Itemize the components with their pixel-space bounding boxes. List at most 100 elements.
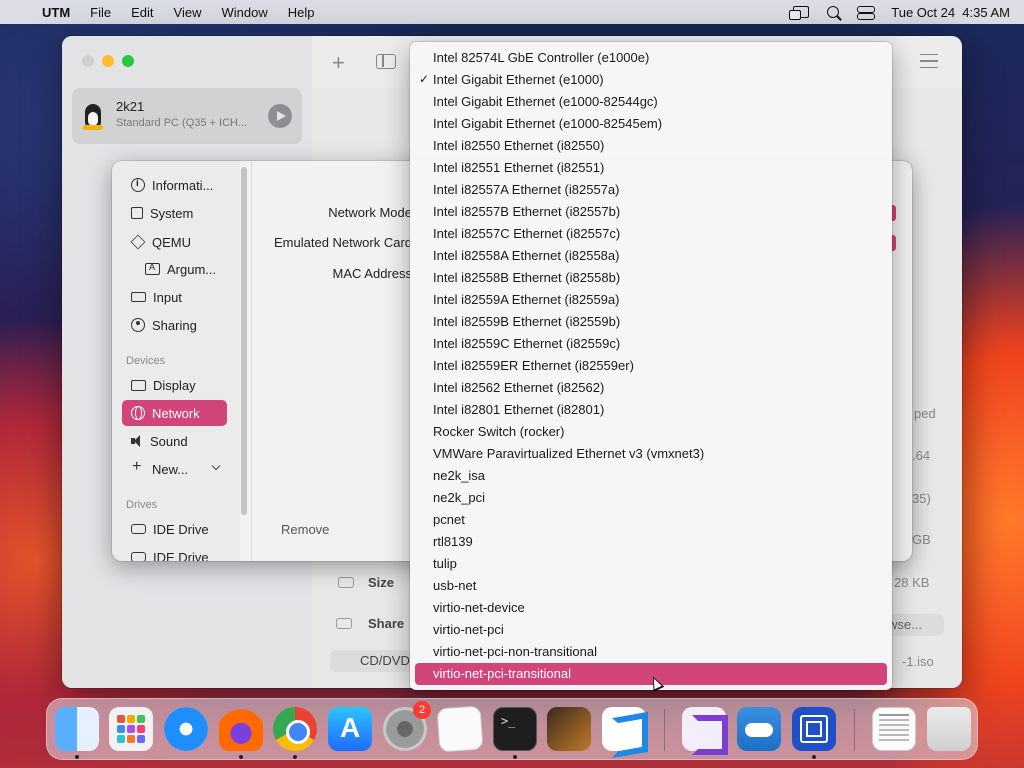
sidebar-item-sound[interactable]: Sound	[122, 428, 227, 454]
menu-help[interactable]: Help	[288, 5, 315, 20]
dropdown-option[interactable]: ne2k_pci	[415, 487, 887, 509]
screen-mirroring-icon[interactable]	[789, 6, 810, 20]
drive-icon	[131, 524, 146, 534]
sidebar-item-drive-1[interactable]: IDE Drive	[122, 516, 227, 542]
dropdown-option[interactable]: Intel i82558A Ethernet (i82558a)	[415, 245, 887, 267]
dock-launchpad-icon[interactable]	[109, 707, 153, 751]
settings-sliders-icon[interactable]	[920, 54, 938, 68]
shared-label: Share	[368, 616, 405, 631]
spotlight-search-icon[interactable]	[827, 6, 840, 18]
shared-drive-icon	[336, 618, 352, 629]
dock-visual-studio-icon[interactable]	[682, 707, 728, 755]
dropdown-option[interactable]: Intel i82559A Ethernet (i82559a)	[415, 289, 887, 311]
keyboard-icon	[131, 292, 146, 302]
dock-trash-icon[interactable]	[927, 707, 971, 751]
dock-document-icon[interactable]	[872, 707, 916, 751]
dock-safari-icon[interactable]	[164, 707, 208, 751]
dropdown-option[interactable]: Intel i82557C Ethernet (i82557c)	[415, 223, 887, 245]
dropdown-option[interactable]: VMWare Paravirtualized Ethernet v3 (vmxn…	[415, 443, 887, 465]
sheet-divider	[251, 161, 252, 561]
dropdown-option[interactable]: virtio-net-pci	[415, 619, 887, 641]
sidebar-item-qemu[interactable]: QEMU	[122, 229, 227, 255]
menubar-clock[interactable]: Tue Oct 24 4:35 AM	[891, 5, 1010, 20]
menu-view[interactable]: View	[174, 5, 202, 20]
dropdown-option[interactable]: pcnet	[415, 509, 887, 531]
sidebar-item-sharing[interactable]: Sharing	[122, 312, 227, 338]
dropdown-option-label: usb-net	[433, 578, 477, 593]
network-mode-label: Network Mode	[328, 205, 412, 220]
dock-app-store-icon[interactable]	[328, 707, 372, 751]
dropdown-option[interactable]: ✓ Intel Gigabit Ethernet (e1000)	[415, 69, 887, 91]
dropdown-option[interactable]: Intel i82559ER Ethernet (i82559er)	[415, 355, 887, 377]
dock-terminal-icon[interactable]	[493, 707, 537, 751]
dock-chrome-icon[interactable]	[273, 707, 317, 751]
dropdown-option-label: Intel i82559C Ethernet (i82559c)	[433, 336, 621, 351]
dock-firefox-icon[interactable]	[219, 707, 263, 751]
sidebar-item-drive-2[interactable]: IDE Drive	[122, 544, 227, 561]
dropdown-option[interactable]: Rocker Switch (rocker)	[415, 421, 887, 443]
sidebar-item-new-device[interactable]: New...	[122, 456, 227, 482]
dropdown-option[interactable]: Intel Gigabit Ethernet (e1000-82544gc)	[415, 91, 887, 113]
dropdown-option[interactable]: virtio-net-pci-non-transitional	[415, 641, 887, 663]
dropdown-option-label: virtio-net-device	[433, 600, 525, 615]
dropdown-option-label: virtio-net-pci-transitional	[433, 666, 571, 681]
sidebar-item-arguments[interactable]: Argum...	[136, 256, 226, 282]
sidebar-item-display[interactable]: Display	[122, 372, 227, 398]
sidebar-item-network[interactable]: Network	[122, 400, 227, 426]
dropdown-option[interactable]: usb-net	[415, 575, 887, 597]
dropdown-option[interactable]: Intel i82801 Ethernet (i82801)	[415, 399, 887, 421]
dropdown-option[interactable]: Intel i82559B Ethernet (i82559b)	[415, 311, 887, 333]
dropdown-option[interactable]: Intel Gigabit Ethernet (e1000-82545em)	[415, 113, 887, 135]
dropdown-option[interactable]: tulip	[415, 553, 887, 575]
dock-finder-icon[interactable]	[55, 707, 99, 751]
menu-edit[interactable]: Edit	[131, 5, 153, 20]
dropdown-option[interactable]: Intel i82557B Ethernet (i82557b)	[415, 201, 887, 223]
sidebar-item-label: Display	[153, 377, 196, 393]
dropdown-option[interactable]: virtio-net-device	[415, 597, 887, 619]
vm-play-button[interactable]	[268, 104, 292, 128]
dock-vscode-icon[interactable]	[602, 707, 646, 751]
sidebar-item-label: IDE Drive	[153, 521, 209, 537]
settings-sidebar-scrollbar[interactable]	[241, 167, 247, 515]
sidebar-item-label: IDE Drive	[153, 549, 209, 562]
dropdown-option-label: Intel i82557B Ethernet (i82557b)	[433, 204, 621, 219]
dropdown-option[interactable]: Intel i82559C Ethernet (i82559c)	[415, 333, 887, 355]
dropdown-option[interactable]: Intel i82558B Ethernet (i82558b)	[415, 267, 887, 289]
dock-garageband-icon[interactable]	[547, 707, 591, 751]
window-close-button[interactable]	[82, 55, 94, 67]
sidebar-item-label: QEMU	[152, 234, 191, 250]
network-mode-popup-edge[interactable]	[892, 205, 896, 221]
plus-icon	[131, 458, 145, 476]
detail-value-4: GB	[912, 532, 931, 547]
speaker-icon	[131, 434, 143, 448]
dropdown-option[interactable]: ne2k_isa	[415, 465, 887, 487]
dropdown-option[interactable]: Intel i82557A Ethernet (i82557a)	[415, 179, 887, 201]
dock-system-settings-icon[interactable]: 2	[383, 701, 431, 751]
sidebar-item-information[interactable]: Informati...	[122, 172, 227, 198]
add-vm-plus-icon[interactable]: +	[332, 50, 345, 76]
menu-app-name[interactable]: UTM	[42, 5, 70, 20]
remove-device-button[interactable]: Remove	[270, 519, 340, 541]
linux-tux-icon	[82, 102, 104, 130]
notification-badge: 2	[413, 701, 431, 719]
vm-list-item[interactable]: 2k21 Standard PC (Q35 + ICH...	[72, 88, 302, 144]
network-card-popup-edge[interactable]	[892, 235, 896, 251]
dock-weather-icon[interactable]	[737, 707, 781, 751]
cd-dvd-button[interactable]: CD/DVD	[330, 650, 420, 672]
toggle-sidebar-icon[interactable]	[376, 54, 396, 69]
dropdown-option[interactable]: rtl8139	[415, 531, 887, 553]
dropdown-option[interactable]: Intel i82562 Ethernet (i82562)	[415, 377, 887, 399]
menu-window[interactable]: Window	[221, 5, 267, 20]
sidebar-item-input[interactable]: Input	[122, 284, 227, 310]
dropdown-option[interactable]: Intel 82574L GbE Controller (e1000e)	[415, 47, 887, 69]
sidebar-item-system[interactable]: System	[122, 200, 227, 226]
window-zoom-button[interactable]	[122, 55, 134, 67]
window-minimize-button[interactable]	[102, 55, 114, 67]
network-card-dropdown-menu: Intel 82574L GbE Controller (e1000e) ✓ Int…	[410, 42, 892, 690]
dock-utm-icon[interactable]	[792, 707, 836, 751]
menu-file[interactable]: File	[90, 5, 111, 20]
dropdown-option[interactable]: Intel i82550 Ethernet (i82550)	[415, 135, 887, 157]
dock-textedit-icon[interactable]	[436, 705, 484, 753]
control-center-icon[interactable]	[857, 6, 876, 20]
dropdown-option[interactable]: Intel i82551 Ethernet (i82551)	[415, 157, 887, 179]
